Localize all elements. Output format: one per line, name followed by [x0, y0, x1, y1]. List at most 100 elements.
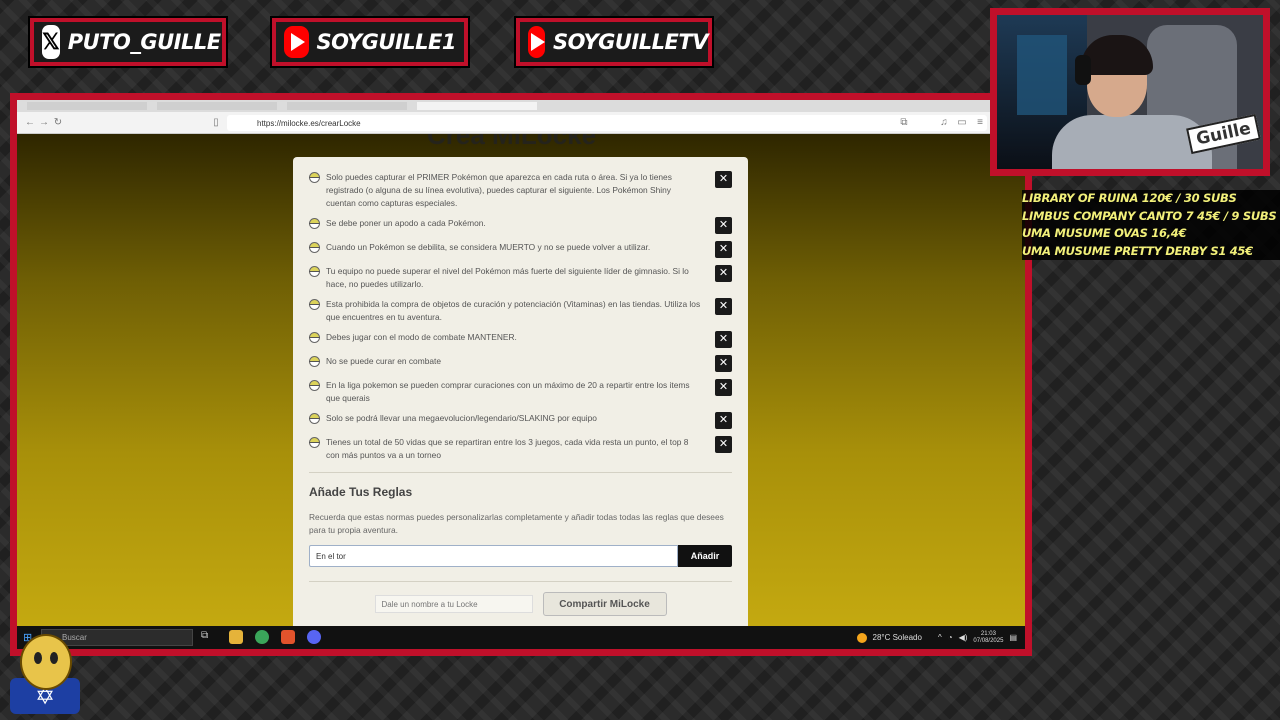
rule-text: Esta prohibida la compra de objetos de c…	[326, 299, 701, 322]
delete-rule-button[interactable]: ✕	[715, 241, 732, 258]
add-rules-title: Añade Tus Reglas	[309, 485, 413, 499]
task-view-icon[interactable]: ⧉	[201, 630, 215, 644]
rule-text: En la liga pokemon se pueden comprar cur…	[326, 380, 690, 403]
youtube-logo-icon	[284, 26, 309, 58]
delete-rule-button[interactable]: ✕	[715, 265, 732, 282]
social-banner-youtube-2: SOYGUILLETV	[516, 18, 712, 66]
pokeball-icon	[309, 356, 320, 367]
chrome-icon[interactable]	[255, 630, 269, 644]
taskbar: ⊞ ⌕ Buscar ⧉ 28°C Soleado ^ ◔ ◀) 21:03 0…	[17, 626, 1025, 649]
headset-icon	[1075, 55, 1091, 85]
discord-icon[interactable]	[307, 630, 321, 644]
browser-tab-active[interactable]	[417, 102, 537, 110]
social-banner-youtube-1: SOYGUILLE1	[272, 18, 468, 66]
delete-rule-button[interactable]: ✕	[715, 298, 732, 315]
rule-item: Tu equipo no puede superar el nivel del …	[309, 265, 732, 291]
rule-item: Cuando un Pokémon se debilita, se consid…	[309, 241, 732, 258]
rule-item: Esta prohibida la compra de objetos de c…	[309, 298, 732, 324]
clock-time: 21:03	[980, 630, 996, 637]
browser-toolbar: ← → ↻ ▯ https://milocke.es/crearLocke ⧉ …	[17, 112, 1025, 134]
rule-text: Debes jugar con el modo de combate MANTE…	[326, 332, 517, 342]
rule-text: Tu equipo no puede superar el nivel del …	[326, 266, 689, 289]
forward-icon[interactable]: →	[37, 117, 51, 128]
webcam-overlay: Guille	[990, 8, 1270, 176]
pokeball-icon	[309, 413, 320, 424]
delete-rule-button[interactable]: ✕	[715, 379, 732, 396]
share-milocke-button[interactable]: Compartir MiLocke	[542, 592, 667, 616]
browser-tab[interactable]	[27, 102, 147, 110]
donation-goals: LIBRARY OF RUINA 120€ / 30 SUBS LIMBUS C…	[1022, 190, 1280, 260]
pokeball-icon	[309, 218, 320, 229]
rule-item: Solo se podrá llevar una megaevolucion/l…	[309, 412, 732, 429]
browser-tab[interactable]	[157, 102, 277, 110]
pokeball-icon	[309, 172, 320, 183]
webcam-monitor	[1017, 35, 1067, 115]
rule-text: Solo puedes capturar el PRIMER Pokémon q…	[326, 172, 672, 208]
volume-icon[interactable]: ◀)	[959, 633, 968, 642]
file-explorer-icon[interactable]	[229, 630, 243, 644]
menu-icon[interactable]: ≡	[973, 117, 987, 128]
youtube-logo-icon	[528, 26, 545, 58]
rule-item: Debes jugar con el modo de combate MANTE…	[309, 331, 732, 348]
delete-rule-button[interactable]: ✕	[715, 331, 732, 348]
address-bar[interactable]: https://milocke.es/crearLocke	[227, 115, 987, 131]
rule-item: Tienes un total de 50 vidas que se repar…	[309, 436, 732, 462]
rule-text: Se debe poner un apodo a cada Pokémon.	[326, 218, 486, 228]
mascot-body	[20, 634, 72, 690]
mascot-eye	[34, 652, 42, 664]
pokeball-icon	[309, 299, 320, 310]
x-logo-icon: 𝕏	[42, 25, 60, 59]
locke-name-input[interactable]	[374, 595, 533, 613]
clock[interactable]: 21:03 07/08/2025	[973, 631, 1003, 645]
add-rule-button[interactable]: Añadir	[678, 545, 732, 567]
bookmark-icon[interactable]: ▯	[209, 117, 223, 128]
social-handle: PUTO_GUILLE	[67, 30, 221, 54]
delete-rule-button[interactable]: ✕	[715, 436, 732, 453]
weather-sun-icon	[856, 632, 867, 643]
browser-tab[interactable]	[287, 102, 407, 110]
rule-item: Se debe poner un apodo a cada Pokémon. ✕	[309, 217, 732, 234]
pokeball-icon	[309, 380, 320, 391]
mascot-sprite: ✡	[6, 630, 86, 716]
goal-line: UMA MUSUME PRETTY DERBY S1 45€	[1022, 242, 1280, 260]
brave-icon[interactable]	[281, 630, 295, 644]
rule-item: Solo puedes capturar el PRIMER Pokémon q…	[309, 171, 732, 210]
browser-tab-strip	[17, 100, 1025, 112]
divider	[309, 472, 732, 473]
page-title: Crea MiLocke	[427, 134, 597, 150]
share-row: Compartir MiLocke	[309, 592, 732, 616]
divider	[309, 581, 732, 582]
add-rule-row: Añadir	[309, 545, 732, 567]
pokeball-icon	[309, 332, 320, 343]
delete-rule-button[interactable]: ✕	[715, 171, 732, 188]
rule-item: En la liga pokemon se pueden comprar cur…	[309, 379, 732, 405]
network-icon[interactable]: ◔	[948, 633, 953, 642]
new-rule-input[interactable]	[309, 545, 678, 567]
rule-text: No se puede curar en combate	[326, 356, 441, 366]
goal-line: UMA MUSUME OVAS 16,4€	[1022, 225, 1280, 243]
delete-rule-button[interactable]: ✕	[715, 217, 732, 234]
social-banner-x: 𝕏 PUTO_GUILLE	[30, 18, 226, 66]
clock-date: 07/08/2025	[973, 637, 1004, 644]
reload-icon[interactable]: ↻	[51, 117, 65, 128]
screen-capture: ← → ↻ ▯ https://milocke.es/crearLocke ⧉ …	[10, 93, 1032, 656]
pokeball-icon	[309, 242, 320, 253]
extensions-icon[interactable]: ⧉	[897, 117, 911, 128]
goal-line: LIMBUS COMPANY CANTO 7 45€ / 9 SUBS	[1022, 207, 1280, 225]
delete-rule-button[interactable]: ✕	[715, 355, 732, 372]
webcam-streamer-hair	[1081, 35, 1153, 75]
pokeball-icon	[309, 437, 320, 448]
delete-rule-button[interactable]: ✕	[715, 412, 732, 429]
media-icon[interactable]: ♫	[937, 117, 951, 128]
social-handle: SOYGUILLE1	[316, 30, 457, 54]
sidebar-icon[interactable]: ▭	[955, 117, 969, 128]
page-viewport: Crea MiLocke Solo puedes capturar el PRI…	[17, 134, 1025, 626]
webcam-streamer-body	[1052, 115, 1212, 169]
notifications-icon[interactable]: ▤	[1009, 633, 1017, 642]
goal-line: LIBRARY OF RUINA 120€ / 30 SUBS	[1022, 190, 1280, 208]
social-handle: SOYGUILLETV	[553, 30, 708, 54]
rule-text: Solo se podrá llevar una megaevolucion/l…	[326, 413, 597, 423]
back-icon[interactable]: ←	[23, 117, 37, 128]
rule-item: No se puede curar en combate ✕	[309, 355, 732, 372]
tray-chevron-icon[interactable]: ^	[938, 633, 942, 642]
